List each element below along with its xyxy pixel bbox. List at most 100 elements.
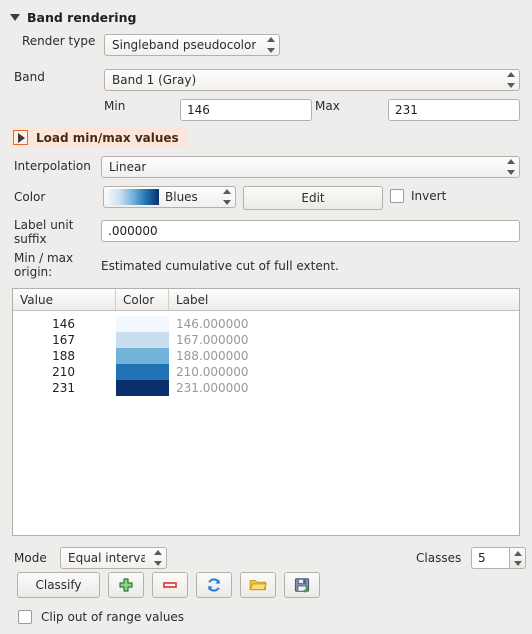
table-body: 146 146.000000 167 167.000000 188 188.000000 2…: [13, 311, 519, 396]
plus-icon: [119, 578, 133, 592]
color-ramp-combo[interactable]: Blues: [103, 186, 236, 208]
triangle-down-icon: [10, 13, 20, 21]
color-swatch[interactable]: [116, 364, 169, 380]
min-label-wrap: Min: [104, 99, 125, 113]
label-unit-suffix-label-line1: Label unit: [14, 218, 74, 232]
cell-value[interactable]: 167: [13, 333, 116, 347]
color-label: Color: [14, 190, 46, 204]
cell-value[interactable]: 188: [13, 349, 116, 363]
interpolation-row: Interpolation: [14, 159, 91, 173]
min-input[interactable]: 146: [180, 99, 312, 121]
interpolation-label: Interpolation: [14, 159, 91, 173]
max-input[interactable]: 231: [388, 99, 520, 121]
color-ramp-name: Blues: [165, 190, 198, 204]
edit-ramp-label: Edit: [301, 191, 325, 205]
color-ramp-preview: [107, 189, 159, 205]
label-unit-suffix-input[interactable]: .000000: [101, 220, 520, 242]
cell-color[interactable]: [116, 348, 169, 364]
band-rendering-group-header[interactable]: Band rendering: [0, 0, 532, 27]
cell-label[interactable]: 188.000000: [169, 349, 519, 363]
cell-label[interactable]: 167.000000: [169, 333, 519, 347]
minus-icon: [163, 582, 177, 588]
min-label: Min: [104, 99, 126, 113]
add-class-button[interactable]: [108, 572, 144, 598]
mode-value: Equal interval: [68, 551, 145, 565]
min-value: 146: [187, 103, 210, 117]
invert-checkbox-row[interactable]: Invert: [390, 189, 446, 203]
render-type-combo[interactable]: Singleband pseudocolor: [104, 34, 280, 56]
cell-value[interactable]: 231: [13, 381, 116, 395]
max-label: Max: [315, 99, 340, 113]
label-unit-suffix-label-line2: suffix: [14, 232, 47, 246]
save-ramp-button[interactable]: [284, 572, 320, 598]
table-row[interactable]: 167 167.000000: [13, 332, 519, 348]
chevron-updown-icon: [506, 72, 515, 88]
column-header-color[interactable]: Color: [116, 289, 169, 310]
load-ramp-button[interactable]: [240, 572, 276, 598]
refresh-icon: [208, 578, 220, 592]
color-swatch[interactable]: [116, 380, 169, 396]
load-minmax-group-header[interactable]: Load min/max values: [10, 128, 187, 147]
color-swatch[interactable]: [116, 316, 169, 332]
band-combo[interactable]: Band 1 (Gray): [104, 69, 520, 91]
table-row[interactable]: 146 146.000000: [13, 316, 519, 332]
chevron-updown-icon: [506, 159, 515, 175]
mode-row: Mode: [14, 551, 47, 565]
color-swatch[interactable]: [116, 332, 169, 348]
classify-label: Classify: [35, 578, 82, 592]
band-label: Band: [14, 70, 45, 84]
minmax-origin-value: Estimated cumulative cut of full extent.: [101, 259, 339, 273]
classes-spinbox[interactable]: 5: [471, 547, 526, 569]
color-swatch[interactable]: [116, 348, 169, 364]
cell-label[interactable]: 210.000000: [169, 365, 519, 379]
classes-stepper[interactable]: [509, 547, 526, 569]
remove-class-button[interactable]: [152, 572, 188, 598]
reload-button[interactable]: [196, 572, 232, 598]
clip-out-of-range-row[interactable]: Clip out of range values: [18, 610, 184, 624]
folder-open-icon: [249, 580, 267, 591]
chevron-updown-icon: [222, 189, 231, 205]
edit-ramp-button[interactable]: Edit: [243, 186, 383, 210]
interpolation-value: Linear: [109, 160, 147, 174]
stepper-down-icon[interactable]: [513, 560, 522, 566]
cell-color[interactable]: [116, 316, 169, 332]
cell-value[interactable]: 146: [13, 317, 116, 331]
floppy-save-icon: [294, 578, 310, 593]
classes-value[interactable]: 5: [471, 547, 509, 569]
minmax-origin-label-line1: Min / max: [14, 251, 74, 265]
table-row[interactable]: 188 188.000000: [13, 348, 519, 364]
interpolation-combo[interactable]: Linear: [101, 156, 520, 178]
classes-label: Classes: [416, 551, 462, 565]
color-class-table[interactable]: Value Color Label 146 146.000000 167 167.00…: [12, 288, 520, 536]
cell-color[interactable]: [116, 380, 169, 396]
page-title: Band rendering: [27, 9, 137, 25]
mode-combo[interactable]: Equal interval: [60, 547, 167, 569]
clip-out-of-range-checkbox[interactable]: [18, 610, 32, 624]
load-minmax-title: Load min/max values: [36, 130, 179, 145]
max-label-wrap: Max: [315, 99, 340, 113]
triangle-right-icon: [13, 130, 28, 145]
minmax-origin-label-line2: origin:: [14, 265, 53, 279]
band-row: Band: [14, 70, 45, 84]
cell-color[interactable]: [116, 332, 169, 348]
label-unit-suffix-value: .000000: [108, 224, 158, 238]
column-header-value[interactable]: Value: [13, 289, 116, 310]
clip-out-of-range-label: Clip out of range values: [41, 610, 185, 624]
classify-button[interactable]: Classify: [17, 572, 100, 598]
cell-label[interactable]: 231.000000: [169, 381, 519, 395]
table-row[interactable]: 210 210.000000: [13, 364, 519, 380]
render-type-value: Singleband pseudocolor: [112, 38, 257, 52]
cell-value[interactable]: 210: [13, 365, 116, 379]
invert-checkbox[interactable]: [390, 189, 404, 203]
render-type-label: Render type: [22, 34, 96, 48]
stepper-up-icon[interactable]: [513, 550, 522, 556]
render-type-row: Render type: [22, 34, 101, 48]
minmax-origin-label: Min / max origin:: [14, 251, 99, 279]
cell-label[interactable]: 146.000000: [169, 317, 519, 331]
cell-color[interactable]: [116, 364, 169, 380]
classes-label-wrap: Classes: [416, 551, 461, 565]
table-row[interactable]: 231 231.000000: [13, 380, 519, 396]
column-header-label[interactable]: Label: [169, 289, 519, 310]
mode-label: Mode: [14, 551, 47, 565]
band-value: Band 1 (Gray): [112, 73, 197, 87]
